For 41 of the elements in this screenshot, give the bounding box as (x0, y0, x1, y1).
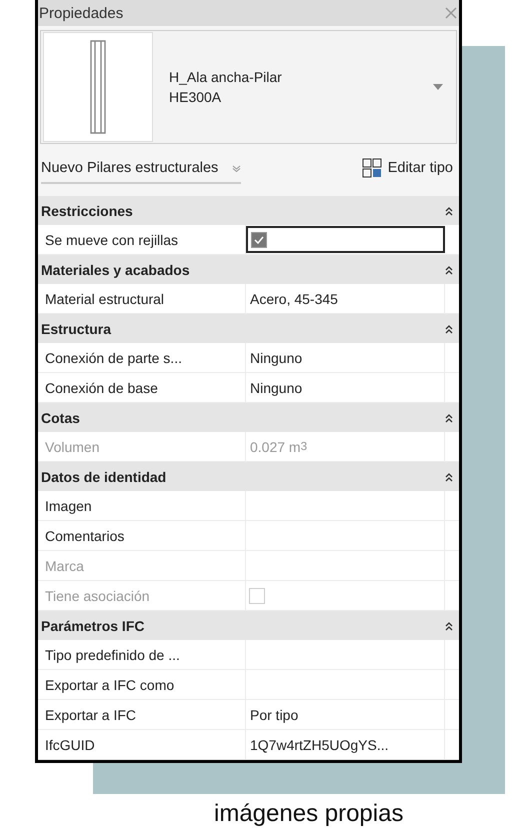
property-label: Exportar a IFC como (38, 670, 246, 699)
type-selector[interactable]: H_Ala ancha-Pilar HE300A (40, 30, 457, 144)
property-label: Marca (38, 551, 246, 580)
section-header[interactable]: Materiales y acabados (38, 255, 459, 284)
property-label: Material estructural (38, 284, 246, 313)
check-icon (254, 236, 264, 244)
property-label: IfcGUID (38, 730, 246, 759)
property-label: Tiene asociación (38, 581, 246, 610)
property-label: Comentarios (38, 521, 246, 550)
collapse-icon[interactable] (445, 620, 453, 630)
value-field[interactable] (246, 226, 445, 253)
caption: imágenes propias (214, 800, 404, 828)
property-label: Tipo predefinido de ... (38, 640, 246, 669)
section-header[interactable]: Cotas (38, 403, 459, 432)
instance-filter-dropdown[interactable]: Nuevo Pilares estructurales (41, 152, 242, 184)
property-value[interactable]: Por tipo (246, 700, 445, 729)
collapse-icon[interactable] (445, 264, 453, 274)
property-value[interactable]: Ninguno (246, 343, 445, 372)
property-value[interactable]: 1Q7w4rtZH5UOgYS... (246, 730, 445, 759)
caret-icon (232, 164, 242, 172)
dropdown-icon[interactable] (432, 83, 444, 91)
edit-type-icon (362, 158, 382, 178)
collapse-icon[interactable] (445, 206, 453, 216)
property-value[interactable]: Ninguno (246, 373, 445, 402)
checkbox[interactable] (251, 232, 267, 248)
edit-type-button[interactable]: Editar tipo (360, 156, 455, 180)
property-label: Conexión de parte s... (38, 343, 246, 372)
property-value[interactable]: Acero, 45-345 (246, 284, 445, 313)
collapse-icon[interactable] (445, 324, 453, 334)
property-label: Conexión de base (38, 373, 246, 402)
window-title: Propiedades (39, 4, 124, 22)
section-header[interactable]: Estructura (38, 314, 459, 343)
section-header[interactable]: Parámetros IFC (38, 611, 459, 640)
property-label: Imagen (38, 491, 246, 520)
collapse-icon[interactable] (445, 412, 453, 422)
section-header[interactable]: Datos de identidad (38, 462, 459, 491)
property-label: Volumen (38, 432, 246, 461)
type-name: H_Ala ancha-Pilar HE300A (168, 68, 283, 107)
section-header[interactable]: Restricciones (38, 196, 459, 225)
property-label: Exportar a IFC (38, 700, 246, 729)
collapse-icon[interactable] (445, 472, 453, 482)
